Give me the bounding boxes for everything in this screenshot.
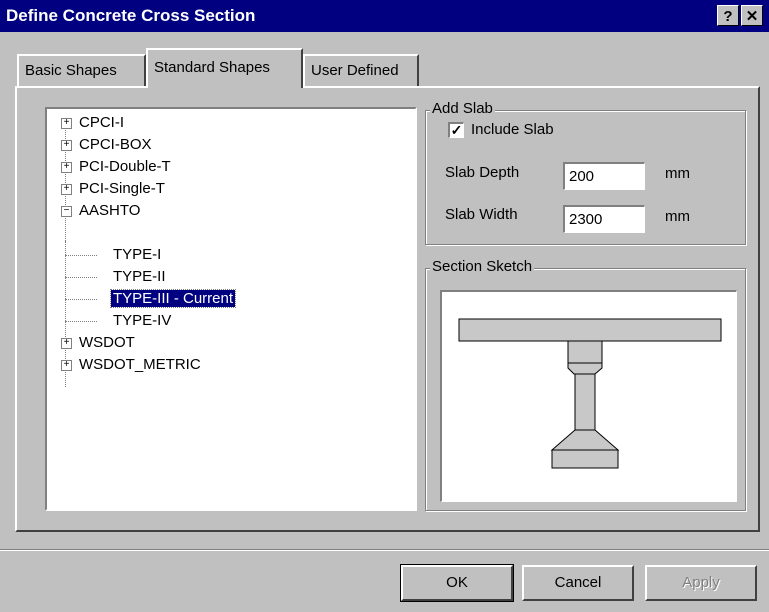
- slab-width-unit: mm: [665, 208, 690, 225]
- tree-item-type-iii-current[interactable]: TYPE-III - Current: [109, 288, 237, 310]
- close-button[interactable]: ✕: [741, 5, 763, 26]
- tree-connector: [65, 321, 97, 322]
- add-slab-group-label: Add Slab: [430, 100, 495, 117]
- top-fillet-shape: [567, 362, 603, 375]
- cancel-button[interactable]: Cancel: [522, 565, 634, 601]
- expand-icon[interactable]: +: [61, 118, 72, 129]
- help-button[interactable]: ?: [717, 5, 739, 26]
- tab-basic-shapes[interactable]: Basic Shapes: [17, 54, 146, 86]
- apply-button[interactable]: Apply: [645, 565, 757, 601]
- tree-item-type-ii[interactable]: TYPE-II: [113, 266, 166, 288]
- expand-icon[interactable]: +: [61, 162, 72, 173]
- slab-depth-label: Slab Depth: [445, 164, 520, 181]
- web-shape: [574, 373, 596, 431]
- tree-item-label: PCI-Double-T: [79, 158, 171, 175]
- tab-user-defined[interactable]: User Defined: [303, 54, 419, 86]
- bottom-flange-shape: [551, 449, 619, 469]
- expand-icon[interactable]: +: [61, 184, 72, 195]
- section-sketch-canvas: [440, 290, 737, 502]
- expand-icon[interactable]: +: [61, 360, 72, 371]
- top-flange-shape: [567, 340, 603, 364]
- tree-connector: [65, 299, 97, 300]
- slab-depth-unit: mm: [665, 165, 690, 182]
- slab-depth-input[interactable]: 200: [563, 162, 645, 190]
- tree-connector: [65, 255, 97, 256]
- dialog-divider: [0, 549, 769, 551]
- slab-shape: [458, 318, 722, 342]
- section-sketch-group-label: Section Sketch: [430, 258, 535, 275]
- tree-item-label: WSDOT: [79, 334, 135, 351]
- slab-width-input[interactable]: 2300: [563, 205, 645, 233]
- tab-label: User Defined: [311, 62, 399, 79]
- tree-item-type-i[interactable]: TYPE-I: [113, 244, 161, 266]
- close-icon: ✕: [745, 8, 759, 25]
- expand-icon[interactable]: +: [61, 338, 72, 349]
- expand-icon[interactable]: +: [61, 140, 72, 151]
- girder-section-drawing: [458, 318, 722, 469]
- tree-item-label: PCI-Single-T: [79, 180, 165, 197]
- ok-button[interactable]: OK: [400, 564, 514, 602]
- tree-item-label: TYPE-IV: [113, 312, 172, 329]
- bottom-taper-shape: [550, 429, 620, 451]
- tree-item-label: CPCI-BOX: [79, 136, 152, 153]
- shape-tree[interactable]: + CPCI-I + CPCI-BOX + PCI-Double-T + PCI…: [45, 107, 417, 511]
- title-bar: Define Concrete Cross Section ? ✕: [0, 0, 769, 32]
- slab-width-label: Slab Width: [445, 206, 518, 223]
- collapse-icon[interactable]: −: [61, 206, 72, 217]
- tree-item-label: TYPE-I: [113, 246, 162, 263]
- include-slab-checkbox[interactable]: ✓: [448, 122, 464, 138]
- tree-item-type-iv[interactable]: TYPE-IV: [113, 310, 171, 332]
- include-slab-label[interactable]: Include Slab: [471, 121, 554, 138]
- tab-standard-shapes[interactable]: Standard Shapes: [146, 48, 303, 88]
- window-title: Define Concrete Cross Section: [6, 6, 256, 25]
- tree-item-label: AASHTO: [79, 202, 141, 219]
- tree-item-label: WSDOT_METRIC: [79, 356, 201, 373]
- tab-label: Standard Shapes: [154, 59, 270, 76]
- tree-connector: [65, 277, 97, 278]
- tree-item-label: CPCI-I: [79, 114, 124, 131]
- tree-item-label: TYPE-III - Current: [109, 289, 237, 308]
- tab-label: Basic Shapes: [25, 62, 117, 79]
- tree-item-label: TYPE-II: [113, 268, 166, 285]
- tree-branch-line: [65, 241, 66, 327]
